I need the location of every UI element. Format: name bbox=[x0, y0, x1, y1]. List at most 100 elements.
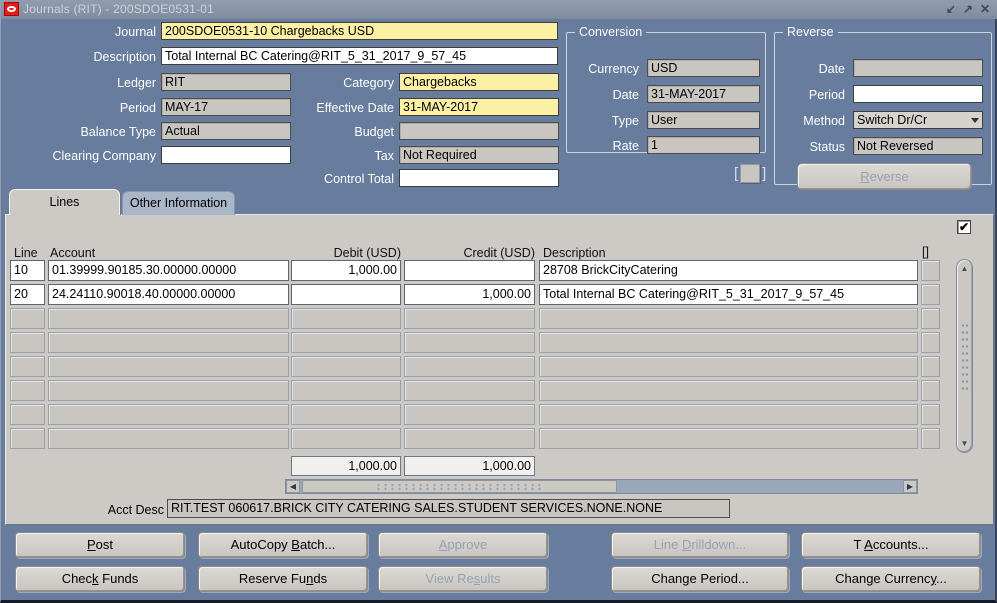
cell-description[interactable]: Total Internal BC Catering@RIT_5_31_2017… bbox=[539, 284, 918, 305]
cell-line[interactable] bbox=[10, 332, 45, 353]
cell-credit[interactable] bbox=[404, 308, 535, 329]
journal-flexfield-indicator[interactable]: [ ] bbox=[734, 164, 766, 183]
restore-icon[interactable]: ↗ bbox=[963, 1, 973, 18]
cell-account[interactable] bbox=[48, 332, 289, 353]
clearing-company-field[interactable] bbox=[161, 146, 291, 164]
credit-total: 1,000.00 bbox=[404, 456, 535, 476]
control-total-label: Control Total bbox=[281, 170, 394, 188]
scrollbar-thumb[interactable] bbox=[961, 322, 969, 392]
cell-line[interactable] bbox=[10, 380, 45, 401]
check-funds-button[interactable]: Check Funds bbox=[15, 566, 185, 592]
effective-date-field[interactable]: 31-MAY-2017 bbox=[399, 98, 559, 116]
autocopy-batch-button[interactable]: AutoCopy Batch... bbox=[198, 532, 368, 558]
cell-account[interactable]: 24.24110.90018.40.00000.00000 bbox=[48, 284, 289, 305]
cell-flexfield[interactable] bbox=[921, 428, 940, 449]
budget-field bbox=[399, 122, 559, 140]
reverse-period-field[interactable] bbox=[853, 85, 983, 103]
cell-line[interactable] bbox=[10, 356, 45, 377]
cell-credit[interactable] bbox=[404, 380, 535, 401]
cell-description[interactable] bbox=[539, 428, 918, 449]
cell-debit[interactable] bbox=[291, 284, 401, 305]
cell-debit[interactable] bbox=[291, 356, 401, 377]
cell-account[interactable] bbox=[48, 380, 289, 401]
cell-debit[interactable]: 1,000.00 bbox=[291, 260, 401, 281]
lines-panel: Line Account Debit (USD) Credit (USD) De… bbox=[5, 214, 994, 525]
line-drilldown-button[interactable]: Line Drilldown... bbox=[611, 532, 789, 558]
description-field[interactable]: Total Internal BC Catering@RIT_5_31_2017… bbox=[161, 47, 558, 65]
post-button[interactable]: Post bbox=[15, 532, 185, 558]
cell-description[interactable]: 28708 BrickCityCatering bbox=[539, 260, 918, 281]
hscrollbar-thumb[interactable] bbox=[302, 480, 617, 493]
close-icon[interactable]: ✕ bbox=[980, 1, 990, 18]
debit-total: 1,000.00 bbox=[291, 456, 401, 476]
reverse-method-label: Method bbox=[775, 112, 845, 130]
journal-field[interactable]: 200SDOE0531-10 Chargebacks USD bbox=[161, 22, 558, 40]
cell-credit[interactable] bbox=[404, 404, 535, 425]
cell-line[interactable] bbox=[10, 428, 45, 449]
lines-checkbox[interactable] bbox=[957, 220, 971, 234]
reverse-status-label: Status bbox=[775, 138, 845, 156]
cell-description[interactable] bbox=[539, 404, 918, 425]
period-label: Period bbox=[6, 99, 156, 117]
cell-line[interactable] bbox=[10, 404, 45, 425]
horizontal-scrollbar[interactable]: ◀ ▶ bbox=[285, 479, 918, 494]
cell-line[interactable]: 10 bbox=[10, 260, 45, 281]
t-accounts-button[interactable]: T Accounts... bbox=[801, 532, 981, 558]
reverse-date-label: Date bbox=[775, 60, 845, 78]
cell-credit[interactable] bbox=[404, 428, 535, 449]
table-row bbox=[10, 331, 942, 355]
cell-line[interactable] bbox=[10, 308, 45, 329]
cell-line[interactable]: 20 bbox=[10, 284, 45, 305]
cell-account[interactable]: 01.39999.90185.30.00000.00000 bbox=[48, 260, 289, 281]
cell-credit[interactable] bbox=[404, 332, 535, 353]
scroll-left-icon[interactable]: ◀ bbox=[286, 480, 300, 493]
conversion-legend: Conversion bbox=[575, 25, 646, 39]
cell-flexfield[interactable] bbox=[921, 332, 940, 353]
reverse-button[interactable]: Reverse bbox=[797, 163, 972, 190]
tab-other-information[interactable]: Other Information bbox=[122, 191, 235, 215]
control-total-field[interactable] bbox=[399, 169, 559, 187]
cell-debit[interactable] bbox=[291, 308, 401, 329]
reverse-method-select[interactable]: Switch Dr/Cr bbox=[853, 111, 983, 129]
cell-account[interactable] bbox=[48, 428, 289, 449]
category-field[interactable]: Chargebacks bbox=[399, 73, 559, 91]
vertical-scrollbar[interactable]: ▲ ▼ bbox=[956, 259, 973, 453]
rate-field: 1 bbox=[647, 136, 760, 154]
tab-lines[interactable]: Lines bbox=[9, 189, 120, 215]
cell-credit[interactable]: 1,000.00 bbox=[404, 284, 535, 305]
view-results-button[interactable]: View Results bbox=[378, 566, 548, 592]
cell-debit[interactable] bbox=[291, 404, 401, 425]
reserve-funds-button[interactable]: Reserve Funds bbox=[198, 566, 368, 592]
table-row bbox=[10, 379, 942, 403]
scroll-up-icon[interactable]: ▲ bbox=[957, 264, 972, 273]
approve-button[interactable]: Approve bbox=[378, 532, 548, 558]
category-label: Category bbox=[281, 74, 394, 92]
table-row bbox=[10, 307, 942, 331]
cell-flexfield[interactable] bbox=[921, 356, 940, 377]
scroll-down-icon[interactable]: ▼ bbox=[957, 439, 972, 448]
cell-credit[interactable] bbox=[404, 356, 535, 377]
cell-flexfield[interactable] bbox=[921, 260, 940, 281]
cell-description[interactable] bbox=[539, 308, 918, 329]
cell-debit[interactable] bbox=[291, 380, 401, 401]
scroll-right-icon[interactable]: ▶ bbox=[903, 480, 917, 493]
cell-flexfield[interactable] bbox=[921, 284, 940, 305]
cell-account[interactable] bbox=[48, 356, 289, 377]
cell-credit[interactable] bbox=[404, 260, 535, 281]
conversion-type-field: User bbox=[647, 111, 760, 129]
change-currency-button[interactable]: Change Currency... bbox=[801, 566, 981, 592]
cell-account[interactable] bbox=[48, 308, 289, 329]
minimize-icon[interactable]: ↙ bbox=[946, 1, 956, 18]
flexfield-box[interactable] bbox=[740, 164, 760, 183]
cell-description[interactable] bbox=[539, 332, 918, 353]
cell-flexfield[interactable] bbox=[921, 308, 940, 329]
cell-flexfield[interactable] bbox=[921, 380, 940, 401]
cell-description[interactable] bbox=[539, 356, 918, 377]
cell-account[interactable] bbox=[48, 404, 289, 425]
budget-label: Budget bbox=[281, 123, 394, 141]
cell-debit[interactable] bbox=[291, 428, 401, 449]
cell-debit[interactable] bbox=[291, 332, 401, 353]
change-period-button[interactable]: Change Period... bbox=[611, 566, 789, 592]
cell-description[interactable] bbox=[539, 380, 918, 401]
cell-flexfield[interactable] bbox=[921, 404, 940, 425]
